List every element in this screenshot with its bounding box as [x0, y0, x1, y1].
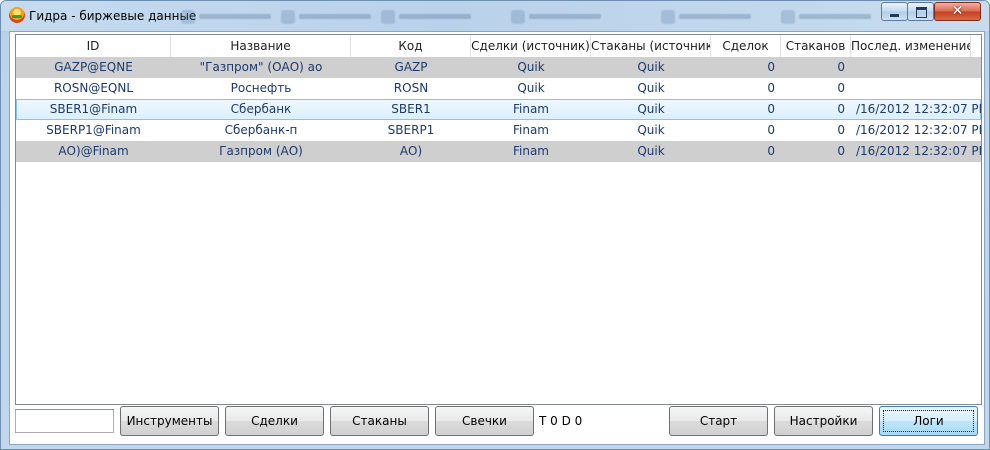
cell-id: АО)@Finam	[58, 144, 129, 158]
cell-depths: 0	[837, 81, 845, 95]
table-row[interactable]: SBERP1@Finam Сбербанк-п SBERP1 Finam Qui…	[16, 120, 981, 141]
main-window: Гидра - биржевые данные ✕ ID Название Ко…	[0, 0, 990, 450]
cell-trades: 0	[767, 144, 775, 158]
close-button[interactable]: ✕	[934, 2, 981, 21]
client-area: ID Название Код Сделки (источник) Стакан…	[9, 31, 985, 445]
cell-code: АО)	[399, 144, 423, 158]
cell-trades-source: Finam	[512, 102, 549, 116]
cell-depths: 0	[837, 60, 845, 74]
cell-id: SBERP1@Finam	[46, 123, 141, 137]
cell-id: SBER1@Finam	[49, 102, 138, 116]
cell-code: SBERP1	[387, 123, 435, 137]
cell-last-change: /16/2012 12:32:07 PM	[856, 102, 981, 116]
column-header-depths-source[interactable]: Стаканы (источник)	[591, 35, 711, 57]
instruments-button[interactable]: Инструменты	[120, 406, 219, 436]
cell-trades: 0	[767, 81, 775, 95]
cell-name: Сбербанк	[230, 102, 292, 116]
logs-button[interactable]: Логи	[879, 406, 978, 436]
cell-depths-source: Quik	[637, 60, 665, 74]
cell-depths-source: Quik	[637, 144, 665, 158]
table-row[interactable]: GAZP@EQNE "Газпром" (ОАО) ао GAZP Quik Q…	[16, 57, 981, 78]
minimize-icon	[890, 14, 899, 17]
column-header-code[interactable]: Код	[351, 35, 471, 57]
trades-button[interactable]: Сделки	[225, 406, 324, 436]
cell-trades-source: Finam	[512, 144, 549, 158]
cell-id: ROSN@EQNL	[53, 81, 134, 95]
column-header-depths[interactable]: Стаканов	[781, 35, 851, 57]
cell-trades: 0	[767, 60, 775, 74]
cell-name: "Газпром" (ОАО) ао	[199, 60, 323, 74]
maximize-button[interactable]	[907, 2, 934, 21]
column-header-trades[interactable]: Сделок	[711, 35, 781, 57]
cell-last-change: /16/2012 12:32:07 PM	[856, 123, 981, 137]
cell-last-change	[851, 57, 981, 78]
cell-depths-source: Quik	[637, 123, 665, 137]
title-bar[interactable]: Гидра - биржевые данные ✕	[1, 1, 989, 31]
column-header-name[interactable]: Название	[171, 35, 351, 57]
cell-depths: 0	[837, 102, 845, 116]
table-row[interactable]: АО)@Finam Газпром (АО) АО) Finam Quik 0 …	[16, 141, 981, 162]
trades-depths-counter: T 0 D 0	[535, 410, 665, 434]
window-title: Гидра - биржевые данные	[29, 9, 197, 23]
cell-trades: 0	[767, 102, 775, 116]
maximize-icon	[916, 7, 927, 18]
minimize-button[interactable]	[881, 2, 908, 21]
grid-header: ID Название Код Сделки (источник) Стакан…	[16, 35, 981, 58]
table-row[interactable]: ROSN@EQNL Роснефть ROSN Quik Quik 0 0	[16, 78, 981, 99]
filter-input[interactable]	[15, 409, 114, 433]
cell-code: ROSN	[393, 81, 429, 95]
cell-name: Роснефть	[230, 81, 292, 95]
cell-trades: 0	[767, 123, 775, 137]
securities-grid[interactable]: ID Название Код Сделки (источник) Стакан…	[15, 34, 982, 405]
blurred-background-taskbar	[181, 9, 871, 25]
cell-trades-source: Finam	[512, 123, 549, 137]
start-button[interactable]: Старт	[669, 406, 768, 436]
cell-trades-source: Quik	[517, 81, 545, 95]
cell-code: GAZP	[394, 60, 428, 74]
cell-last-change	[851, 78, 981, 99]
table-row-selected[interactable]: SBER1@Finam Сбербанк SBER1 Finam Quik 0 …	[16, 99, 981, 120]
candles-button[interactable]: Свечки	[435, 406, 534, 436]
cell-depths-source: Quik	[637, 102, 665, 116]
cell-code: SBER1	[391, 102, 431, 116]
cell-name: Газпром (АО)	[219, 144, 303, 158]
column-header-last-change[interactable]: Послед. изменение	[851, 35, 971, 57]
cell-trades-source: Quik	[517, 60, 545, 74]
close-icon: ✕	[951, 3, 964, 19]
settings-button[interactable]: Настройки	[774, 406, 873, 436]
column-header-trades-source[interactable]: Сделки (источник)	[471, 35, 591, 57]
cell-depths-source: Quik	[637, 81, 665, 95]
cell-depths: 0	[837, 144, 845, 158]
cell-name: Сбербанк-п	[224, 123, 298, 137]
cell-depths: 0	[837, 123, 845, 137]
depths-button[interactable]: Стаканы	[330, 406, 429, 436]
hydra-app-icon[interactable]	[9, 7, 25, 23]
column-header-id[interactable]: ID	[16, 35, 171, 57]
cell-id: GAZP@EQNE	[54, 60, 133, 74]
cell-last-change: /16/2012 12:32:07 PM	[856, 144, 981, 158]
